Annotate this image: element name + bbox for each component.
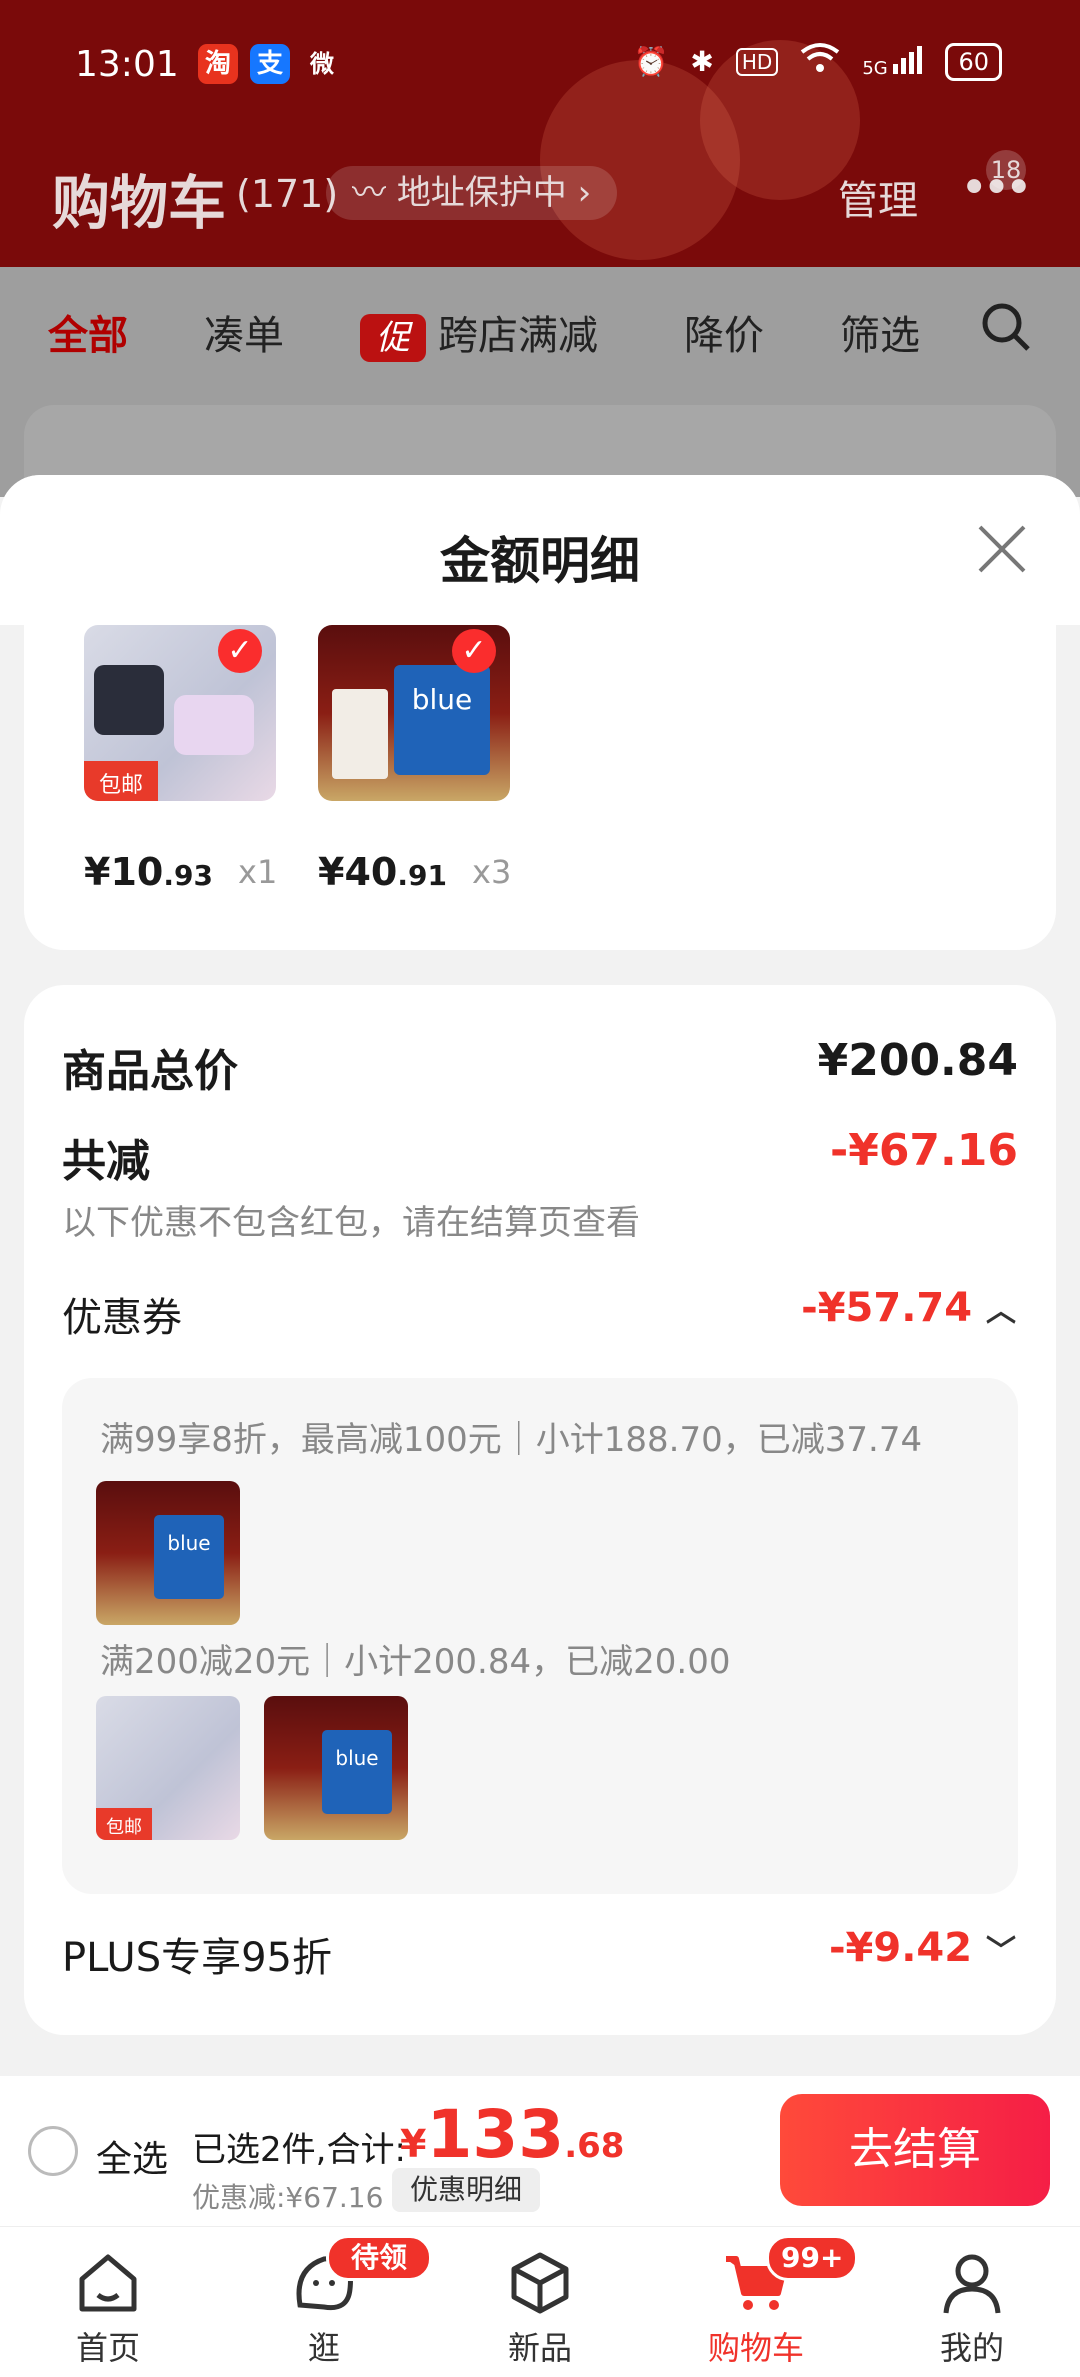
discount-summary: 优惠减:¥67.16 [192,2181,384,2214]
sheet-title: 金额明细 [440,532,640,590]
selection-summary: 已选2件,合计: [192,2130,406,2170]
bottom-tab-bar: 首页 待领取 逛 新品 99+ 购物车 我的 [0,2226,1080,2377]
product-thumbnail-pillow[interactable]: 包邮 ✓ [84,625,276,801]
tab-home[interactable]: 首页 [0,2227,216,2377]
tab-label: 购物车 [707,2329,804,2367]
manage-button[interactable]: 管理 [838,168,918,226]
tab-badge: 99+ [766,2235,859,2281]
total-price-value: ¥200.84 [817,1035,1018,1086]
tab-cross-store[interactable]: 促跨店满减 [360,303,598,362]
tab-new[interactable]: 新品 [432,2227,648,2377]
close-icon[interactable] [972,519,1032,579]
status-bar: 13:01 淘 支 微 ⏰ ✱ HD 5G 60 [0,38,1080,94]
protect-icon: 〰 [352,173,397,213]
tab-price-drop[interactable]: 降价 [684,303,764,361]
user-icon [943,2254,1001,2314]
product-thumbnail-pillow: 包邮 [96,1696,240,1840]
top-header: 13:01 淘 支 微 ⏰ ✱ HD 5G 60 购物车 (171) 〰 地址保… [0,0,1080,267]
tab-cart[interactable]: 99+ 购物车 [648,2227,864,2377]
tab-browse[interactable]: 待领取 逛 [216,2227,432,2377]
coupon-rule: 满200减20元｜小计200.84，已减20.00 [100,1642,731,1682]
item-price: ¥40.91 [318,850,447,894]
free-shipping-tag: 包邮 [96,1808,152,1840]
coupon-label: 优惠券 [62,1295,182,1341]
total-amount: ¥133.68 [400,2096,625,2173]
checkout-bar: 全选 已选2件,合计: ¥133.68 优惠减:¥67.16 优惠明细 去结算 [0,2076,1080,2226]
alarm-icon: ⏰ [633,45,669,78]
coupon-detail-box: 满99享8折，最高减100元｜小计188.70，已减37.74 blue 满20… [62,1378,1018,1894]
discount-detail-button[interactable]: 优惠明细 [392,2168,541,2212]
battery-indicator: 60 [945,42,1002,81]
status-time: 13:01 [75,44,179,85]
chevron-right-icon: › [577,173,592,213]
cross-store-label: 跨店满减 [438,313,598,359]
promo-tag: 促 [360,314,426,362]
taobao-app-icon: 淘 [198,44,238,84]
price-breakdown-card: 商品总价 ¥200.84 共减 -¥67.16 以下优惠不包含红包，请在结算页查… [24,985,1056,2035]
alipay-app-icon: 支 [250,44,290,84]
cart-count: (171) [236,172,339,216]
tab-badge: 待领取 [326,2235,432,2314]
selected-items-card: 包邮 ✓ blue ✓ ¥10.93 x1 ¥40.91 x3 [24,625,1056,950]
tab-label: 我的 [939,2329,1004,2367]
coupon-toggle[interactable]: -¥57.74 ︿ [801,1285,1016,1331]
tab-all[interactable]: 全部 [48,303,128,361]
tab-bundle[interactable]: 凑单 [204,303,284,361]
coupon-value: -¥57.74 [801,1285,973,1331]
plus-discount-label: PLUS专享95折 [62,1935,332,1981]
page-title: 购物车 [52,169,227,237]
reduce-value: -¥67.16 [829,1125,1018,1176]
cart-header: 购物车 (171) 〰 地址保护中 › 管理 ••• 18 [0,150,1080,240]
select-all-label[interactable]: 全选 [96,2130,168,2182]
chevron-down-icon: ﹀ [986,1934,1016,1969]
reduce-label: 共减 [62,1136,150,1187]
wifi-icon [800,42,840,81]
hd-icon: HD [735,47,779,76]
total-price-label: 商品总价 [62,1046,238,1097]
coupon-rule: 满99享8折，最高减100元｜小计188.70，已减37.74 [100,1420,923,1460]
reduce-note: 以下优惠不包含红包，请在结算页查看 [62,1203,640,1243]
plus-discount-value: -¥9.42 [828,1925,973,1971]
address-protection-pill[interactable]: 〰 地址保护中 › [326,166,618,220]
tab-label: 首页 [75,2329,140,2367]
tab-label: 新品 [507,2329,572,2367]
product-thumbnail-milk[interactable]: blue ✓ [318,625,510,801]
chevron-up-icon: ︿ [986,1294,1016,1329]
select-all-checkbox[interactable] [28,2126,78,2176]
search-icon[interactable] [980,301,1032,363]
box-icon [511,2252,569,2314]
selected-check-icon: ✓ [218,629,262,673]
item-quantity: x3 [472,853,512,891]
wechat-app-icon: 微 [310,50,334,78]
filter-tabs: 全部 凑单 促跨店满减 降价 筛选 [0,267,1080,397]
item-quantity: x1 [238,853,278,891]
tab-filter[interactable]: 筛选 [840,303,920,361]
amount-detail-sheet: 金额明细 包邮 ✓ blue ✓ ¥10.93 x1 ¥40.91 x3 商品总… [0,475,1080,2076]
item-price: ¥10.93 [84,850,213,894]
address-protection-label: 地址保护中 [396,173,567,213]
free-shipping-tag: 包邮 [84,761,158,801]
tab-label: 逛 [307,2329,340,2367]
message-badge: 18 [986,150,1026,190]
bluetooth-icon: ✱ [690,45,714,78]
product-thumbnail-milk: blue [264,1696,408,1840]
signal-icon: 5G [862,44,923,79]
product-thumbnail-milk: blue [96,1481,240,1625]
sheet-header: 金额明细 [0,475,1080,625]
plus-discount-toggle[interactable]: -¥9.42 ﹀ [829,1925,1016,1971]
tab-me[interactable]: 我的 [864,2227,1080,2377]
home-icon [79,2254,137,2312]
selected-check-icon: ✓ [452,629,496,673]
checkout-button[interactable]: 去结算 [780,2094,1050,2206]
